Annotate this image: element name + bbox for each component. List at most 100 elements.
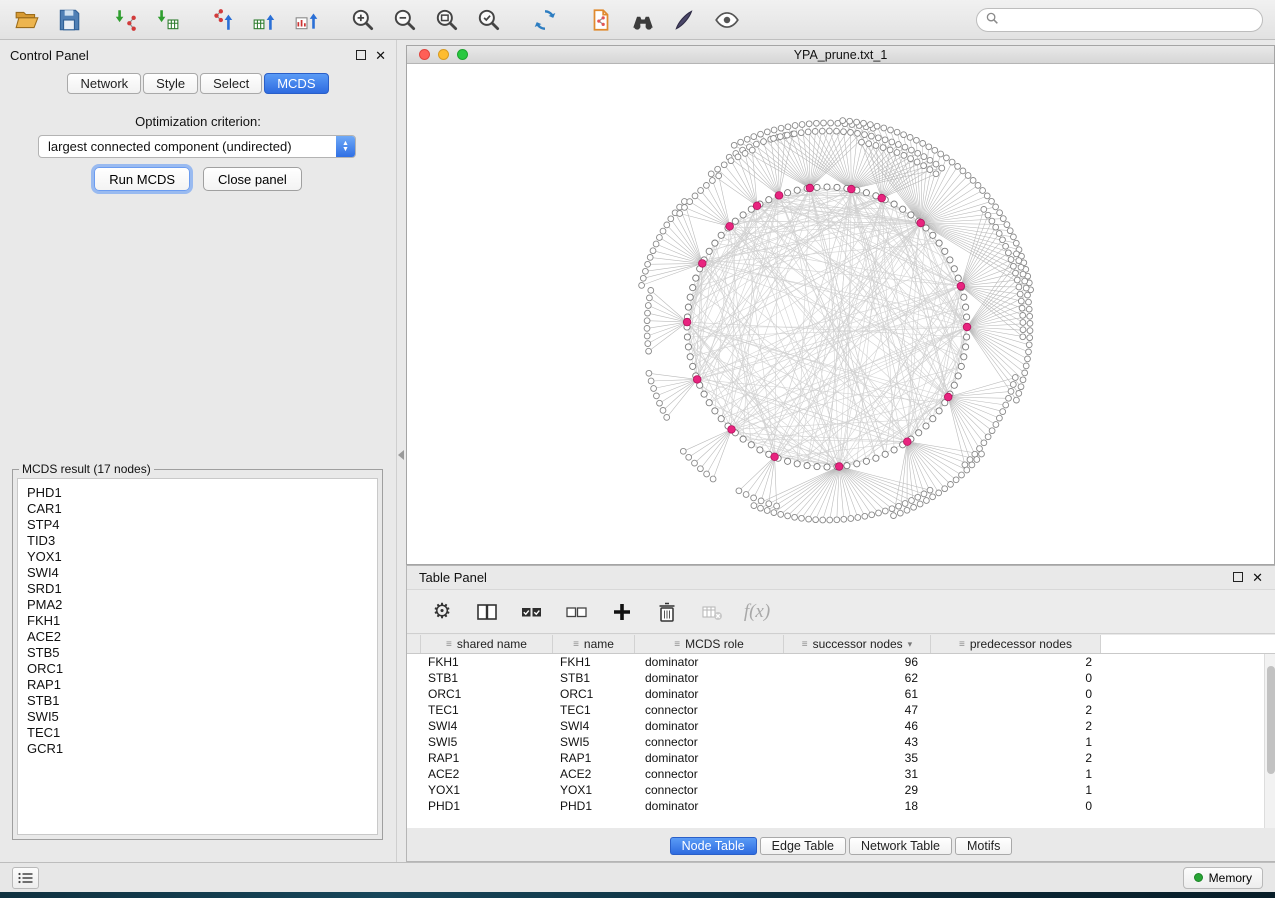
cell-c4: 2 (931, 719, 1101, 733)
table-row[interactable]: ORC1ORC1dominator610 (407, 686, 1264, 702)
settings-gear-icon[interactable]: ⚙ (429, 599, 455, 625)
table-row[interactable]: YOX1YOX1connector291 (407, 782, 1264, 798)
table-row[interactable]: PHD1PHD1dominator180 (407, 798, 1264, 814)
table-row[interactable]: STB1STB1dominator620 (407, 670, 1264, 686)
column-menu-icon[interactable]: ≡ (573, 639, 579, 650)
cell-c3: 29 (784, 783, 931, 797)
eye-icon[interactable] (712, 5, 742, 35)
table-row[interactable]: FKH1FKH1dominator962 (407, 654, 1264, 670)
run-mcds-button[interactable]: Run MCDS (94, 167, 190, 191)
column-header-predecessor-nodes[interactable]: ≡predecessor nodes (931, 635, 1101, 653)
cytoscape-app: Control Panel ✕ NetworkStyleSelectMCDS O… (0, 0, 1275, 898)
mcds-node-item[interactable]: SWI5 (27, 709, 377, 725)
zoom-fit-icon[interactable] (432, 5, 462, 35)
column-header-MCDS-role[interactable]: ≡MCDS role (635, 635, 784, 653)
menu-icon[interactable] (12, 867, 39, 889)
splitter-collapse-arrow[interactable] (398, 450, 404, 460)
duplicate-network-icon[interactable] (586, 5, 616, 35)
add-column-icon[interactable] (609, 599, 635, 625)
cell-c0: FKH1 (421, 655, 553, 669)
column-menu-icon[interactable]: ≡ (446, 639, 452, 650)
window-maximize-icon[interactable] (457, 49, 468, 60)
deselect-all-icon[interactable] (564, 599, 590, 625)
cell-c4: 1 (931, 783, 1101, 797)
column-menu-icon[interactable]: ≡ (802, 639, 808, 650)
table-row[interactable]: TEC1TEC1connector472 (407, 702, 1264, 718)
cell-c4: 2 (931, 751, 1101, 765)
mcds-node-item[interactable]: RAP1 (27, 677, 377, 693)
cell-c1: PHD1 (553, 799, 635, 813)
export-table-icon[interactable] (250, 5, 280, 35)
export-network-icon[interactable] (208, 5, 238, 35)
column-header-name[interactable]: ≡name (553, 635, 635, 653)
mcds-node-item[interactable]: ACE2 (27, 629, 377, 645)
float-panel-icon[interactable] (356, 50, 366, 60)
search-input[interactable] (1005, 13, 1253, 27)
table-row[interactable]: ACE2ACE2connector311 (407, 766, 1264, 782)
mcds-node-item[interactable]: PMA2 (27, 597, 377, 613)
table-header: ≡shared name≡name≡MCDS role≡successor no… (407, 635, 1275, 654)
tab-network[interactable]: Network (67, 73, 141, 94)
column-header-shared-name[interactable]: ≡shared name (421, 635, 553, 653)
mcds-node-item[interactable]: STB5 (27, 645, 377, 661)
table-scrollbar[interactable] (1264, 654, 1275, 828)
mcds-node-item[interactable]: GCR1 (27, 741, 377, 757)
mcds-node-item[interactable]: SWI4 (27, 565, 377, 581)
close-panel-icon[interactable]: ✕ (375, 49, 386, 62)
row-gutter (407, 766, 421, 782)
search-network-icon[interactable] (628, 5, 658, 35)
table-row[interactable]: RAP1RAP1dominator352 (407, 750, 1264, 766)
refresh-icon[interactable] (530, 5, 560, 35)
tab-mcds[interactable]: MCDS (264, 73, 328, 94)
mcds-node-item[interactable]: TID3 (27, 533, 377, 549)
export-image-icon[interactable] (292, 5, 322, 35)
mcds-node-item[interactable]: STP4 (27, 517, 377, 533)
open-folder-icon[interactable] (12, 5, 42, 35)
split-view-icon[interactable] (474, 599, 500, 625)
mcds-node-item[interactable]: ORC1 (27, 661, 377, 677)
close-panel-button[interactable]: Close panel (203, 167, 302, 191)
delete-column-icon[interactable] (654, 599, 680, 625)
save-icon[interactable] (54, 5, 84, 35)
zoom-out-icon[interactable] (390, 5, 420, 35)
function-builder-icon[interactable]: f(x) (744, 599, 770, 625)
search-box[interactable] (976, 8, 1263, 32)
tab-node-table[interactable]: Node Table (670, 837, 757, 855)
column-header-successor-nodes[interactable]: ≡successor nodes▾ (784, 635, 931, 653)
mcds-node-item[interactable]: STB1 (27, 693, 377, 709)
import-network-icon[interactable] (110, 5, 140, 35)
window-minimize-icon[interactable] (438, 49, 449, 60)
scrollbar-thumb[interactable] (1267, 666, 1275, 774)
table-close-panel-icon[interactable]: ✕ (1252, 571, 1263, 584)
window-close-icon[interactable] (419, 49, 430, 60)
tab-select[interactable]: Select (200, 73, 262, 94)
tab-motifs[interactable]: Motifs (955, 837, 1012, 855)
memory-button[interactable]: Memory (1183, 867, 1263, 889)
row-gutter (407, 702, 421, 718)
tab-style[interactable]: Style (143, 73, 198, 94)
mcds-node-item[interactable]: SRD1 (27, 581, 377, 597)
select-all-icon[interactable] (519, 599, 545, 625)
column-menu-icon[interactable]: ≡ (674, 639, 680, 650)
import-table-icon[interactable] (152, 5, 182, 35)
cell-c2: connector (635, 703, 784, 717)
column-menu-icon[interactable]: ≡ (959, 639, 965, 650)
mcds-node-item[interactable]: TEC1 (27, 725, 377, 741)
mcds-node-item[interactable]: PHD1 (27, 485, 377, 501)
cell-c3: 18 (784, 799, 931, 813)
network-canvas[interactable]: STB5SWI4STB1GCR1FKH1SWI5TEC1ACE2RAP1ORC1… (407, 65, 1274, 564)
mcds-node-item[interactable]: CAR1 (27, 501, 377, 517)
cell-c1: ACE2 (553, 767, 635, 781)
table-row[interactable]: SWI4SWI4dominator462 (407, 718, 1264, 734)
mcds-node-item[interactable]: YOX1 (27, 549, 377, 565)
criterion-dropdown[interactable]: largest connected component (undirected)… (38, 135, 356, 158)
zoom-selected-icon[interactable] (474, 5, 504, 35)
delete-table-icon[interactable] (699, 599, 725, 625)
table-float-panel-icon[interactable] (1233, 572, 1243, 582)
zoom-in-icon[interactable] (348, 5, 378, 35)
tab-network-table[interactable]: Network Table (849, 837, 952, 855)
tab-edge-table[interactable]: Edge Table (760, 837, 846, 855)
graphics-details-icon[interactable] (670, 5, 700, 35)
mcds-node-item[interactable]: FKH1 (27, 613, 377, 629)
table-row[interactable]: SWI5SWI5connector431 (407, 734, 1264, 750)
